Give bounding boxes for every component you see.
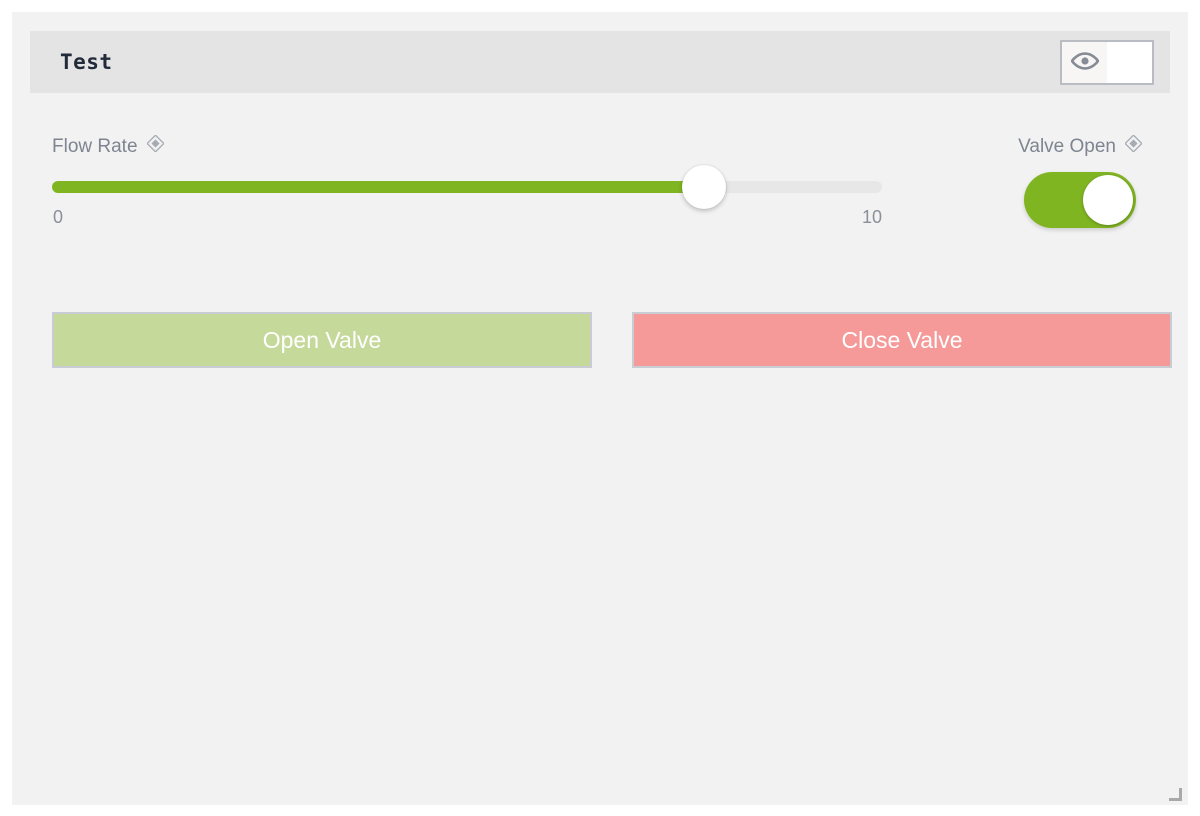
window-titlebar: Test (30, 31, 1170, 93)
app-window: Test Flow Rate 0 10 Valve Open Open Valv… (12, 12, 1188, 805)
slider-scale: 0 10 (52, 207, 882, 229)
visibility-toggle-button[interactable] (1062, 42, 1107, 83)
window-resize-grip[interactable] (1168, 786, 1183, 802)
valve-open-label: Valve Open (1018, 135, 1116, 157)
valve-open-toggle[interactable] (1024, 172, 1137, 228)
slider-max-label: 10 (861, 207, 882, 227)
slider-track[interactable] (52, 181, 882, 193)
page-title: Test (60, 50, 113, 74)
action-button-row: Open Valve Close Valve (52, 312, 1172, 368)
flow-rate-slider[interactable] (52, 165, 882, 209)
slider-thumb[interactable] (681, 165, 726, 209)
valve-open-control: Valve Open (1018, 134, 1143, 228)
toggle-knob (1083, 175, 1134, 225)
flow-rate-label: Flow Rate (52, 135, 138, 157)
eye-icon (1069, 51, 1100, 74)
flow-rate-label-row: Flow Rate (52, 134, 882, 158)
valve-open-label-row: Valve Open (1018, 134, 1143, 158)
slider-track-fill (52, 181, 704, 193)
close-valve-button[interactable]: Close Valve (632, 312, 1172, 368)
open-valve-button[interactable]: Open Valve (52, 312, 592, 368)
flow-rate-control: Flow Rate 0 10 (52, 134, 882, 229)
diamond-binding-icon (1124, 134, 1143, 158)
visibility-secondary-button[interactable] (1107, 42, 1152, 83)
visibility-button-group[interactable] (1060, 40, 1154, 85)
slider-min-label: 0 (53, 207, 64, 227)
diamond-binding-icon (145, 134, 165, 158)
main-content: Flow Rate 0 10 Valve Open Open Valve Clo… (30, 107, 1172, 795)
